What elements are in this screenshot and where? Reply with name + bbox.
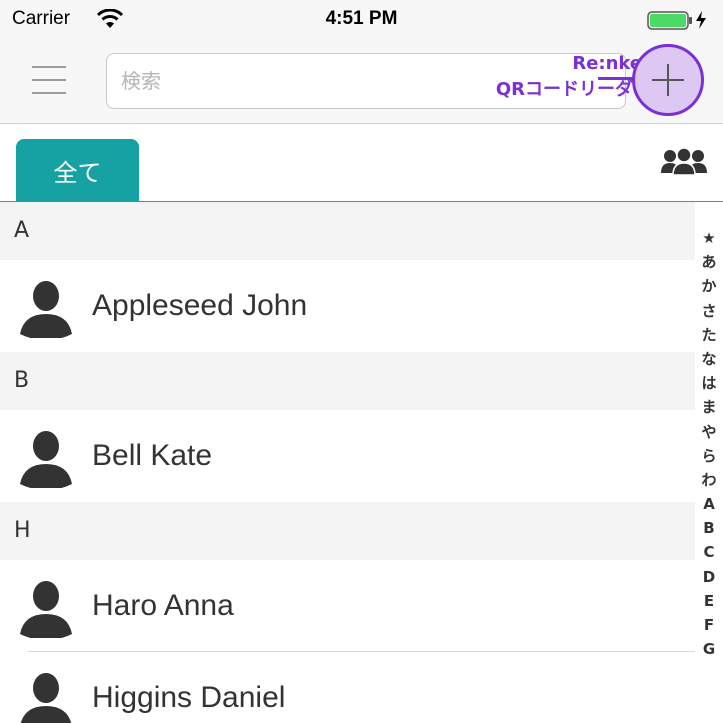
clock: 4:51 PM (325, 8, 398, 29)
contact-row[interactable]: Higgins Daniel (0, 652, 695, 723)
index-item[interactable]: F (695, 613, 723, 637)
contact-row[interactable]: Haro Anna (0, 560, 695, 652)
status-bar: Carrier 4:51 PM (0, 0, 723, 40)
section-index[interactable]: ★ あかさたなはまやらわ A B C D E F G (695, 226, 723, 661)
battery-charging-icon (647, 11, 706, 30)
contact-name: Appleseed John (92, 289, 308, 322)
contact-row[interactable]: Bell Kate (0, 410, 695, 502)
person-icon (20, 673, 72, 723)
contact-name: Bell Kate (92, 439, 213, 472)
section-header-a: A (0, 202, 695, 260)
index-item[interactable]: A (695, 492, 723, 516)
contact-list: A Appleseed John B Bell Kate H Haro Anna… (0, 202, 695, 723)
index-item[interactable]: ま (695, 395, 723, 419)
index-item[interactable]: た (695, 323, 723, 347)
add-button[interactable] (632, 44, 704, 116)
index-item[interactable]: さ (695, 299, 723, 323)
person-icon (20, 281, 72, 338)
person-icon (20, 431, 72, 488)
index-item[interactable]: ★ (695, 226, 723, 250)
index-item[interactable]: は (695, 371, 723, 395)
contact-row[interactable]: Appleseed John (0, 260, 695, 352)
index-item[interactable]: C (695, 540, 723, 564)
section-header-b: B (0, 352, 695, 410)
index-item[interactable]: G (695, 637, 723, 661)
index-item[interactable]: や (695, 420, 723, 444)
index-item[interactable]: わ (695, 468, 723, 492)
search-input[interactable] (107, 54, 307, 108)
index-item[interactable]: D (695, 565, 723, 589)
index-item[interactable]: か (695, 274, 723, 298)
index-item[interactable]: あ (695, 250, 723, 274)
contact-name: Haro Anna (92, 589, 234, 622)
tab-row: 全て (0, 125, 723, 202)
person-icon (20, 581, 72, 638)
index-item[interactable]: B (695, 516, 723, 540)
group-icon[interactable] (660, 147, 708, 177)
index-item[interactable]: ら (695, 444, 723, 468)
contact-name: Higgins Daniel (92, 681, 286, 714)
section-header-h: H (0, 502, 695, 560)
hamburger-menu-icon[interactable] (30, 64, 70, 98)
plus-icon (652, 64, 684, 96)
index-item[interactable]: な (695, 347, 723, 371)
tab-all[interactable]: 全て (16, 139, 139, 201)
index-item[interactable]: E (695, 589, 723, 613)
